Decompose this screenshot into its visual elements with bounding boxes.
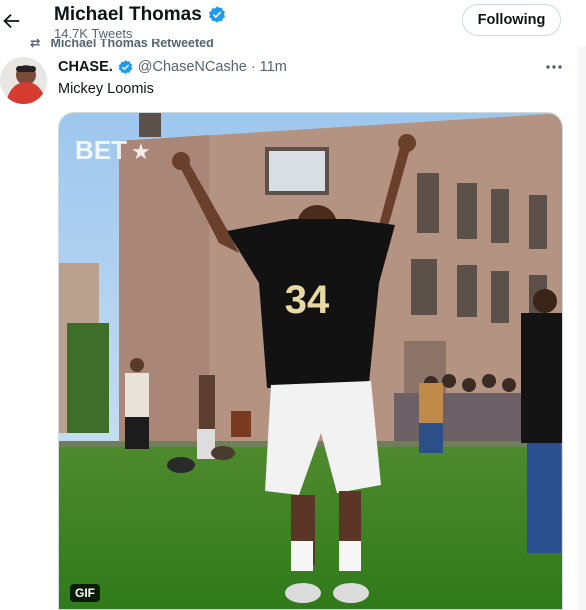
tweet-header: CHASE. @ChaseNCashe · 11m [58, 57, 287, 77]
jersey-number: 34 [285, 278, 330, 322]
author-handle[interactable]: @ChaseNCashe [138, 59, 247, 75]
profile-name: Michael Thomas [54, 4, 227, 26]
retweet-indicator: ⇄ Michael Thomas Retweeted [30, 39, 214, 49]
retweet-icon: ⇄ [30, 39, 41, 49]
retweet-text: Michael Thomas Retweeted [50, 39, 214, 49]
avatar[interactable] [0, 57, 47, 104]
profile-name-text: Michael Thomas [54, 4, 202, 25]
scrollbar[interactable] [578, 0, 586, 610]
tweet-media-gif[interactable]: 34 BET ★ [58, 112, 563, 610]
verified-badge-icon [117, 59, 134, 76]
following-button[interactable]: Following [462, 4, 561, 36]
separator-dot: · [250, 59, 256, 75]
bet-watermark: BET [75, 135, 127, 165]
star-icon: ★ [131, 140, 151, 165]
tweet-text: Mickey Loomis [58, 81, 154, 97]
back-arrow-icon[interactable] [0, 10, 22, 32]
verified-badge-icon [208, 6, 225, 23]
profile-header: Michael Thomas 14.7K Tweets Following ⇄ M… [0, 0, 586, 49]
tweet-timestamp[interactable]: 11m [260, 59, 287, 75]
more-options-icon[interactable] [545, 59, 563, 75]
gif-badge: GIF [70, 584, 100, 602]
author-name[interactable]: CHASE. [58, 59, 113, 75]
